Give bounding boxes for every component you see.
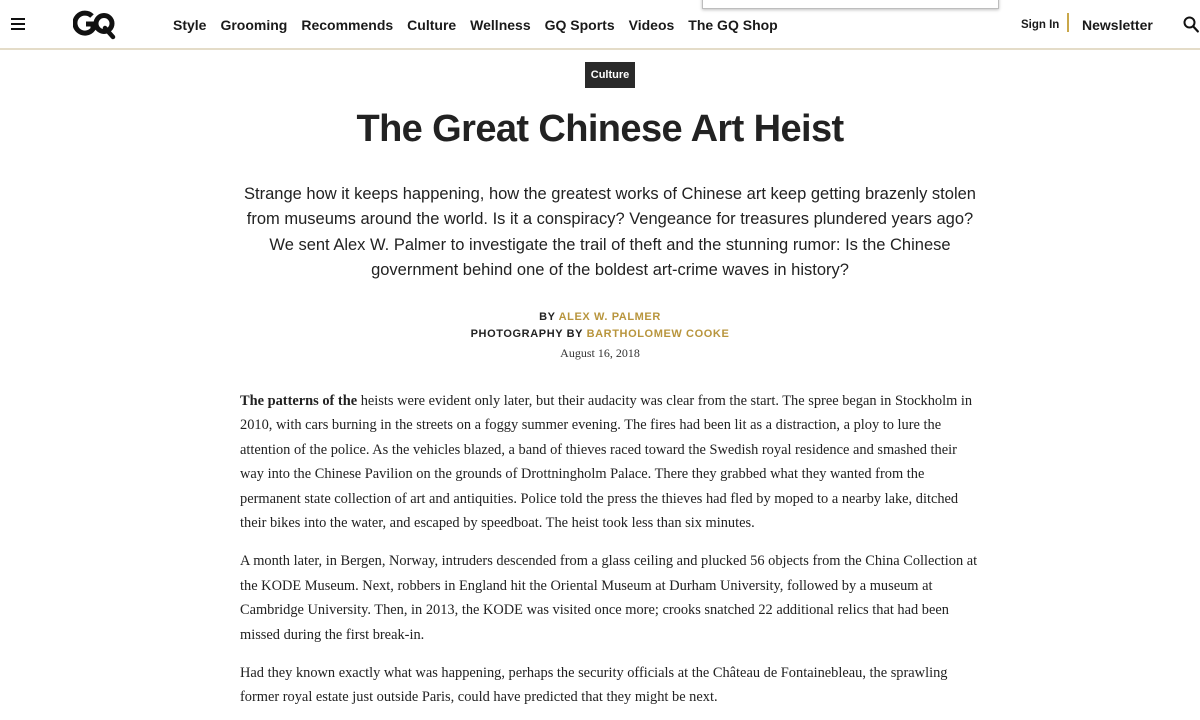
article-title: The Great Chinese Art Heist [356,108,844,150]
author-byline: BY ALEX W. PALMER [0,309,1200,325]
newsletter-link[interactable]: Newsletter [1082,15,1153,35]
article-dek: Strange how it keeps happening, how the … [244,185,976,279]
nav-style[interactable]: Style [173,15,206,35]
photographer-byline: PHOTOGRAPHY BY BARTHOLOMEW COOKE [0,326,1200,342]
body-paragraph: Had they known exactly what was happenin… [240,665,948,706]
author-link[interactable]: ALEX W. PALMER [559,311,661,323]
nav-wellness[interactable]: Wellness [470,15,530,35]
nav-gq-shop[interactable]: The GQ Shop [688,15,777,35]
byline-label: BY [539,311,556,323]
header-divider [1067,13,1069,32]
paragraph-text: heists were evident only later, but thei… [240,393,973,532]
search-icon[interactable] [1183,16,1199,33]
main-nav: Style Grooming Recommends Culture Wellne… [166,15,785,35]
lead-in: The patterns of the [240,393,358,409]
body-paragraph: The patterns of the heists were evident … [240,389,980,535]
gq-logo[interactable] [73,10,117,40]
article-body: The patterns of the heists were evident … [240,389,980,720]
site-header: Style Grooming Recommends Culture Wellne… [0,0,1200,50]
category-badge[interactable]: Culture [585,62,635,88]
nav-culture[interactable]: Culture [407,15,456,35]
nav-recommends[interactable]: Recommends [301,15,393,35]
photographer-link[interactable]: BARTHOLOMEW COOKE [587,328,730,340]
nav-gq-sports[interactable]: GQ Sports [545,15,615,35]
nav-videos[interactable]: Videos [629,15,675,35]
publish-date: August 16, 2018 [560,346,640,360]
hamburger-icon[interactable] [11,17,26,31]
sign-in-link[interactable]: Sign In [1021,17,1059,33]
nav-grooming[interactable]: Grooming [220,15,287,35]
photography-label: PHOTOGRAPHY BY [470,328,583,340]
dropdown-popup-edge [702,0,999,9]
body-paragraph: A month later, in Bergen, Norway, intrud… [240,553,978,643]
